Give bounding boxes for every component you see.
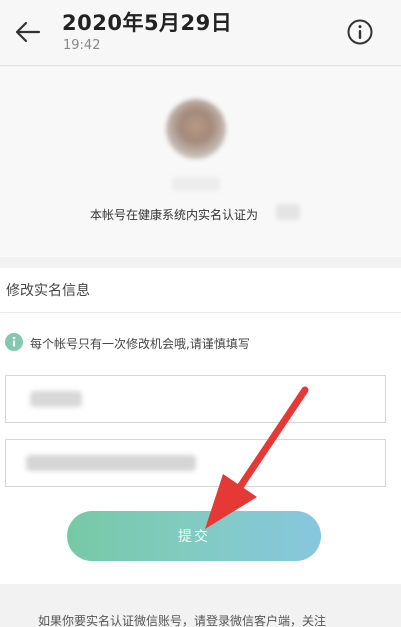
divider: [0, 312, 401, 313]
id-number-field[interactable]: [5, 439, 386, 487]
verified-text: 本帐号在健康系统内实名认证为: [90, 208, 259, 222]
blurred-name-value: [30, 391, 82, 407]
profile-card: 本帐号在健康系统内实名认证为: [0, 67, 401, 257]
blurred-id-value: [26, 455, 196, 471]
footer-text: 如果你要实名认证微信账号，请登录微信客户端，关注: [38, 614, 327, 627]
section-title: 修改实名信息: [6, 283, 90, 299]
name-field[interactable]: [5, 375, 386, 423]
back-button[interactable]: [12, 16, 44, 48]
page-subtitle: 19:42: [63, 38, 101, 53]
submit-button[interactable]: 提交: [67, 511, 321, 561]
info-circle-icon: [347, 19, 373, 45]
top-bar: 2020年5月29日 19:42: [0, 0, 401, 66]
blurred-name: [172, 177, 220, 191]
info-glyph-icon: [12, 336, 16, 347]
blurred-real-name: [276, 204, 300, 220]
notice-text: 每个帐号只有一次修改机会哦,请谨慎填写: [30, 337, 250, 351]
arrow-left-icon: [15, 21, 41, 43]
page-title: 2020年5月29日: [62, 11, 233, 35]
info-button[interactable]: [345, 17, 375, 47]
edit-realname-section: 修改实名信息 每个帐号只有一次修改机会哦,请谨慎填写 提交: [0, 268, 401, 584]
avatar: [166, 99, 226, 159]
info-icon: [5, 333, 23, 351]
